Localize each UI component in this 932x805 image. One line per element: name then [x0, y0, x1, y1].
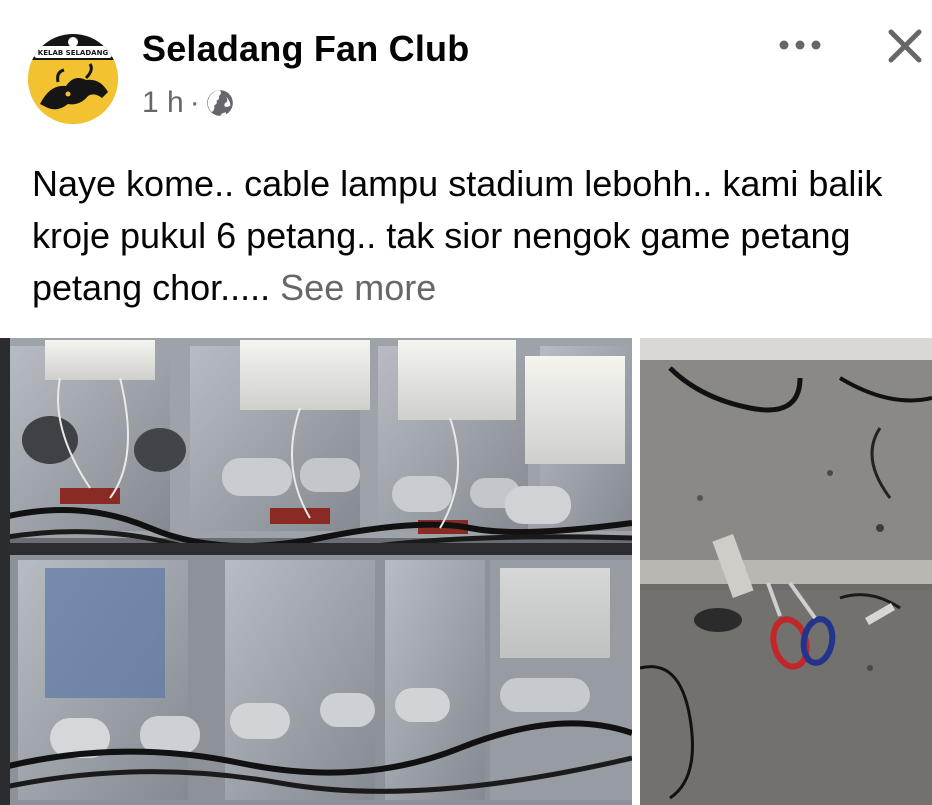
electrical-panel-image	[0, 338, 632, 805]
see-more-link[interactable]: See more	[280, 267, 436, 308]
more-options-button[interactable]	[775, 30, 825, 60]
logo-ring-text: KELAB SELADANG	[38, 49, 109, 57]
close-icon	[888, 29, 922, 63]
post-card: KELAB SELADANG Seladang Fan Club 1 h · N…	[0, 0, 932, 805]
floor-tools-photo[interactable]	[640, 338, 932, 805]
close-button[interactable]	[880, 24, 930, 68]
post-body-text: Naye kome.. cable lampu stadium lebohh..…	[32, 163, 883, 308]
post-body: Naye kome.. cable lampu stadium lebohh..…	[32, 158, 912, 314]
post-time[interactable]: 1 h	[142, 86, 184, 120]
page-avatar[interactable]: KELAB SELADANG	[28, 34, 118, 124]
seladang-logo-icon: KELAB SELADANG	[28, 34, 118, 124]
post-meta: 1 h ·	[142, 86, 234, 120]
floor-tools-image	[640, 338, 932, 805]
more-horizontal-icon	[779, 40, 821, 50]
electrical-panel-photo[interactable]	[0, 338, 632, 805]
globe-icon[interactable]	[206, 89, 234, 117]
page-name[interactable]: Seladang Fan Club	[142, 28, 469, 70]
meta-separator: ·	[189, 86, 200, 119]
